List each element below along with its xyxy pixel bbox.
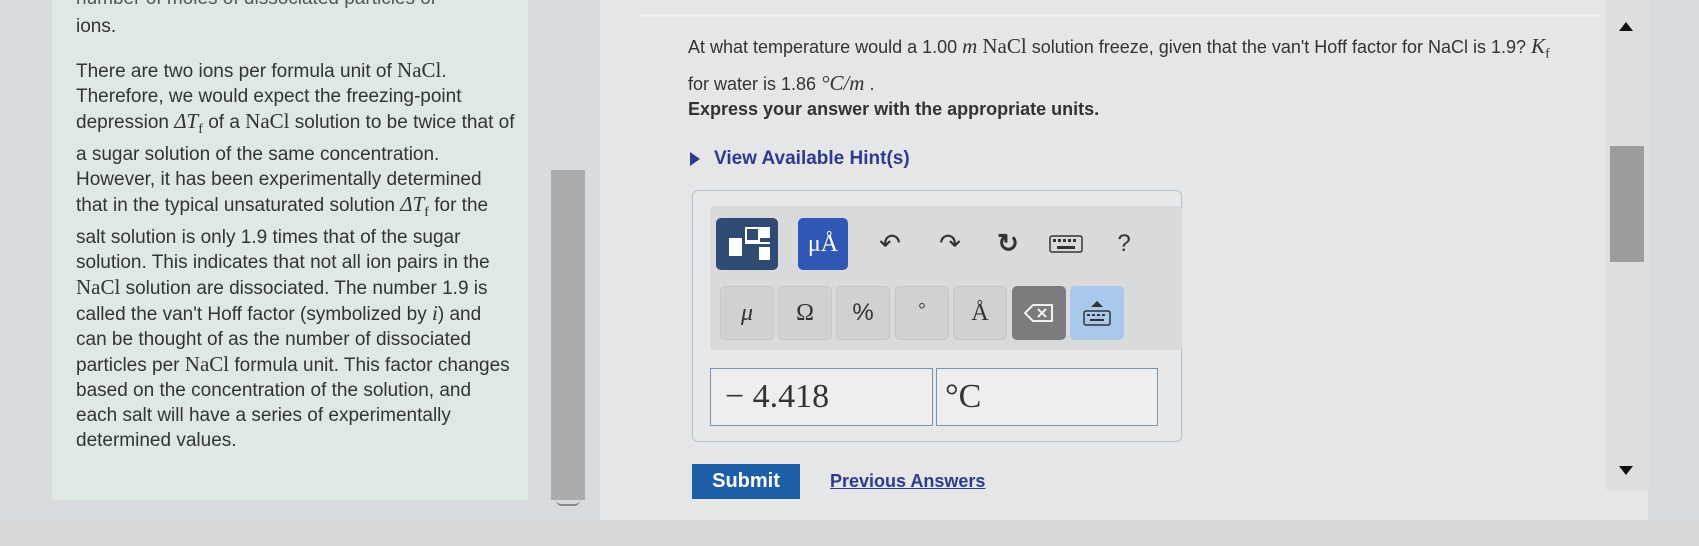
symbol-omega-button[interactable]: Ω — [778, 286, 832, 340]
fraction-bar-icon — [745, 242, 770, 244]
passage-math-italic: ΔT — [400, 191, 425, 216]
symbol-percent-button[interactable]: % — [836, 286, 890, 340]
question-text: At what temperature would a 1.00 m NaCl … — [688, 34, 1550, 95]
toggle-keyboard-button[interactable] — [1070, 286, 1124, 340]
templates-button[interactable] — [716, 218, 778, 270]
passage-math: NaCl — [397, 58, 442, 82]
backspace-icon — [1024, 304, 1053, 322]
passage-text: There are two ions per formula unit of — [76, 61, 398, 82]
template-block-icon — [759, 227, 770, 238]
template-block-icon — [759, 247, 770, 260]
redo-icon[interactable]: ↷ — [930, 222, 970, 266]
bottom-bar — [0, 520, 1699, 546]
passage-cut-line: number of moles of dissociated particles… — [76, 0, 437, 11]
help-button[interactable]: ? — [1104, 222, 1144, 266]
previous-answers-link[interactable]: Previous Answers — [830, 471, 985, 492]
hint-label: View Available Hint(s) — [714, 148, 910, 169]
passage-math-italic: ΔT — [174, 109, 199, 133]
scrollbar-thumb[interactable] — [1610, 146, 1644, 262]
answer-value-input[interactable]: − 4.418 — [710, 368, 933, 426]
undo-icon[interactable]: ↶ — [870, 222, 910, 266]
passage-paragraph: There are two ions per formula unit of N… — [76, 58, 516, 453]
panel-splitter[interactable] — [551, 170, 585, 500]
top-divider — [640, 14, 1600, 17]
passage-math: NaCl — [184, 351, 230, 376]
passage-text: solution are dissociated. The number 1.9… — [76, 277, 488, 325]
backspace-button[interactable] — [1012, 286, 1066, 340]
scroll-up-arrow-icon[interactable] — [1619, 22, 1633, 31]
passage-content: number of moles of dissociated particles… — [52, 0, 528, 500]
triangle-right-icon — [690, 152, 700, 166]
keyboard-icon[interactable] — [1046, 222, 1086, 266]
units-button[interactable]: μÅ — [798, 218, 848, 270]
symbol-angstrom-button[interactable]: Å — [953, 286, 1007, 340]
instruction-text: Express your answer with the appropriate… — [688, 99, 1100, 119]
view-hints-toggle[interactable]: View Available Hint(s) — [690, 148, 910, 170]
scroll-down-arrow-icon[interactable] — [1619, 466, 1633, 475]
splitter-tab[interactable] — [556, 498, 580, 506]
passage-text: of a — [202, 112, 246, 133]
passage-math: NaCl — [245, 109, 290, 133]
template-block-icon — [745, 227, 760, 242]
reset-icon[interactable]: ↻ — [988, 222, 1028, 266]
symbol-mu-button[interactable]: μ — [720, 286, 774, 340]
submit-button[interactable]: Submit — [692, 464, 800, 499]
keyboard-toggle-icon — [1083, 301, 1111, 326]
answer-unit-input[interactable]: °C — [936, 368, 1158, 426]
passage-text: . — [441, 61, 447, 82]
template-block-icon — [729, 238, 742, 256]
symbol-degree-button[interactable]: ° — [895, 286, 949, 340]
passage-math: NaCl — [76, 274, 121, 299]
passage-ions-line: ions. — [76, 16, 117, 37]
